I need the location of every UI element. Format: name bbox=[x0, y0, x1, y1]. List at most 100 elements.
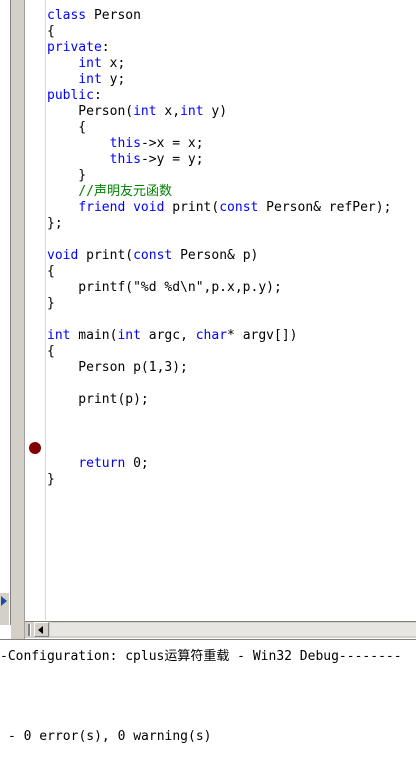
code-token: * argv[]) bbox=[227, 328, 298, 343]
code-token: ->y = y; bbox=[140, 152, 204, 167]
comment-token: //声明友元函数 bbox=[78, 184, 172, 199]
keyword-token: char bbox=[195, 328, 228, 343]
scrollbar-track[interactable] bbox=[50, 623, 416, 636]
keyword-token: const bbox=[219, 200, 259, 215]
code-line[interactable] bbox=[47, 376, 391, 392]
code-token: }; bbox=[47, 216, 63, 231]
code-line[interactable]: } bbox=[47, 296, 391, 312]
keyword-token: friend bbox=[78, 200, 126, 215]
code-token: print(p); bbox=[47, 392, 149, 407]
code-token: Person p(1,3); bbox=[47, 360, 188, 375]
code-line[interactable]: class Person bbox=[47, 8, 391, 24]
code-token: } bbox=[47, 168, 87, 183]
code-token: Person bbox=[86, 8, 141, 23]
code-token: } bbox=[47, 296, 55, 311]
code-line[interactable]: public: bbox=[47, 88, 391, 104]
code-line[interactable]: void print(const Person& p) bbox=[47, 248, 391, 264]
code-token: : bbox=[93, 88, 102, 103]
window-splitter[interactable] bbox=[11, 0, 25, 640]
code-line[interactable]: friend void print(const Person& refPer); bbox=[47, 200, 391, 216]
keyword-token: void bbox=[133, 200, 165, 215]
code-line[interactable]: printf("%d %d\n",p.x,p.y); bbox=[47, 280, 391, 296]
panel-bottom-corner bbox=[0, 609, 9, 625]
keyword-token: int bbox=[180, 104, 204, 119]
keyword-token: int bbox=[47, 328, 71, 343]
code-token: { bbox=[47, 24, 55, 39]
keyword-token: const bbox=[133, 248, 173, 263]
code-line[interactable]: } bbox=[47, 472, 391, 488]
build-output-pane[interactable]: -Configuration: cplus运算符重载 - Win32 Debug… bbox=[0, 640, 416, 769]
code-line[interactable]: } bbox=[47, 168, 391, 184]
code-token: y; bbox=[101, 72, 126, 87]
code-line[interactable]: int y; bbox=[47, 72, 391, 88]
scrollbar-splitter[interactable] bbox=[28, 624, 31, 636]
code-line[interactable] bbox=[47, 408, 391, 424]
code-line[interactable]: this->x = x; bbox=[47, 136, 391, 152]
keyword-token: this bbox=[109, 152, 141, 167]
keyword-token: void bbox=[47, 248, 79, 263]
code-editor[interactable]: class Person{private: int x; int y; publi… bbox=[0, 0, 416, 640]
code-token: ->x = x; bbox=[140, 136, 204, 151]
code-line[interactable]: this->y = y; bbox=[47, 152, 391, 168]
keyword-token: class bbox=[47, 8, 87, 23]
code-token: } bbox=[47, 472, 55, 487]
arrow-left-icon bbox=[38, 626, 43, 634]
code-line[interactable]: print(p); bbox=[47, 392, 391, 408]
code-token: print( bbox=[164, 200, 220, 215]
code-line[interactable]: Person p(1,3); bbox=[47, 360, 391, 376]
code-line[interactable] bbox=[47, 232, 391, 248]
code-token: : bbox=[101, 40, 110, 55]
code-token: x; bbox=[101, 56, 126, 71]
code-token: y) bbox=[203, 104, 228, 119]
build-result-line: - 0 error(s), 0 warning(s) bbox=[8, 729, 212, 744]
keyword-token: private bbox=[47, 40, 102, 55]
code-line[interactable]: Person(int x,int y) bbox=[47, 104, 391, 120]
code-line[interactable]: { bbox=[47, 24, 391, 40]
code-token: Person& p) bbox=[172, 248, 259, 263]
code-token: main( bbox=[70, 328, 118, 343]
code-token: Person( bbox=[47, 104, 134, 119]
panel-scroll-right-button[interactable] bbox=[0, 592, 9, 610]
code-token: 0; bbox=[125, 456, 149, 471]
code-token: x, bbox=[156, 104, 181, 119]
code-token: { bbox=[47, 264, 55, 279]
code-line[interactable]: { bbox=[47, 120, 391, 136]
keyword-token: int bbox=[117, 328, 141, 343]
code-line[interactable]: private: bbox=[47, 40, 391, 56]
left-panel-edge bbox=[0, 0, 11, 625]
build-configuration-line: -Configuration: cplus运算符重载 - Win32 Debug… bbox=[0, 649, 402, 664]
code-token: print( bbox=[78, 248, 134, 263]
editor-gutter[interactable] bbox=[25, 0, 46, 620]
code-line[interactable]: int x; bbox=[47, 56, 391, 72]
code-token: { bbox=[47, 344, 55, 359]
keyword-token: this bbox=[109, 136, 141, 151]
keyword-token: return bbox=[78, 456, 126, 471]
code-line[interactable]: return 0; bbox=[47, 456, 391, 472]
code-line[interactable]: int main(int argc, char* argv[]) bbox=[47, 328, 391, 344]
code-line[interactable]: { bbox=[47, 344, 391, 360]
code-line[interactable]: //声明友元函数 bbox=[47, 184, 391, 200]
code-line[interactable] bbox=[47, 312, 391, 328]
code-line[interactable] bbox=[47, 440, 391, 456]
keyword-token: public bbox=[47, 88, 94, 103]
code-line[interactable] bbox=[47, 424, 391, 440]
code-token: printf("%d %d\n",p.x,p.y); bbox=[47, 280, 282, 295]
code-token: Person& refPer); bbox=[258, 200, 392, 215]
breakpoint-icon[interactable] bbox=[29, 442, 41, 454]
code-line[interactable]: { bbox=[47, 264, 391, 280]
keyword-token: int bbox=[78, 56, 102, 71]
keyword-token: int bbox=[133, 104, 157, 119]
horizontal-scrollbar[interactable] bbox=[25, 621, 416, 638]
scroll-left-button[interactable] bbox=[34, 622, 49, 637]
code-line[interactable]: }; bbox=[47, 216, 391, 232]
source-code[interactable]: class Person{private: int x; int y; publi… bbox=[47, 8, 391, 488]
keyword-token: int bbox=[78, 72, 102, 87]
code-token: { bbox=[47, 120, 87, 135]
